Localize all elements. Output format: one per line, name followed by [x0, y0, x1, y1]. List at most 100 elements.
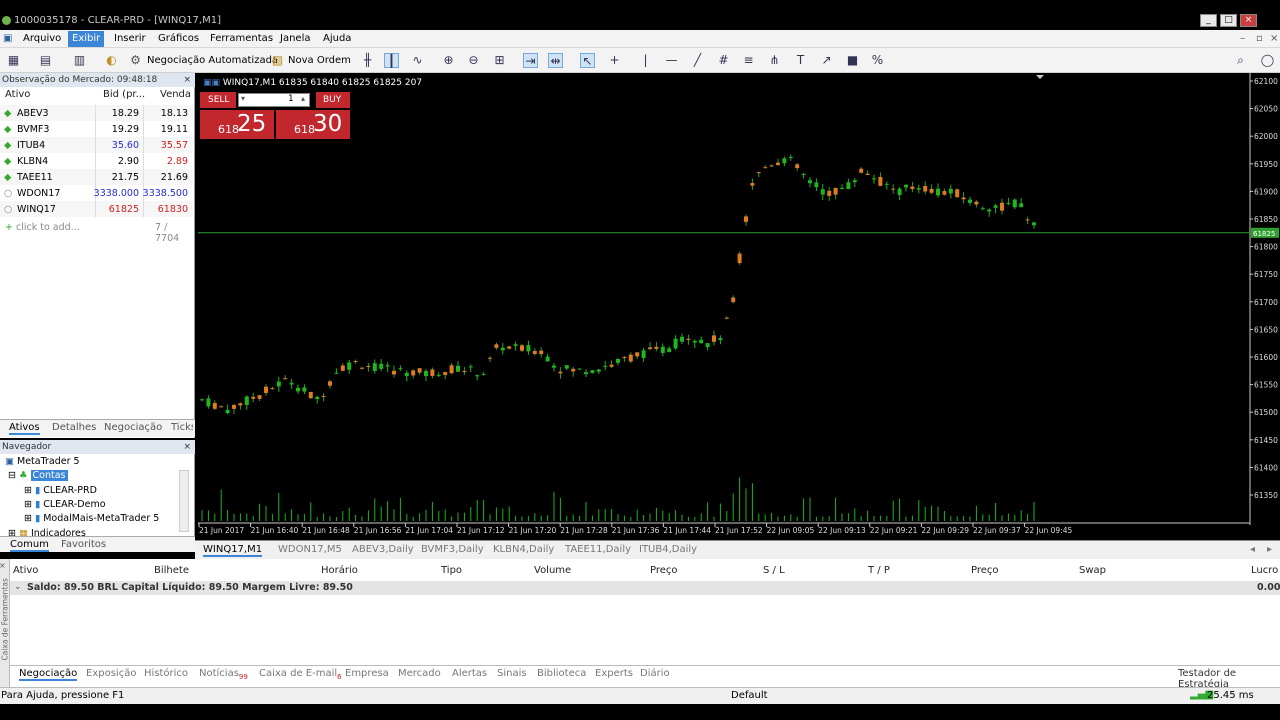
menu-arquivo[interactable]: Arquivo	[23, 33, 61, 44]
col-bid[interactable]: Bid (pr...	[103, 89, 145, 103]
line-chart-icon[interactable]: ∿	[410, 53, 425, 68]
add-symbol-link[interactable]: + click to add...	[5, 222, 80, 233]
toolbox-column-header[interactable]: Bilhete	[154, 565, 189, 576]
menu-ajuda[interactable]: Ajuda	[323, 33, 351, 44]
toolbox-column-header[interactable]: Ativo	[13, 565, 38, 576]
bar-chart-icon[interactable]: ╫	[360, 53, 375, 68]
toolbox-tab[interactable]: Caixa de E-mail6	[259, 668, 342, 681]
toolbox-column-header[interactable]: Lucro	[1251, 565, 1278, 576]
menu-ferramentas[interactable]: Ferramentas	[210, 33, 273, 44]
toolbox-column-header[interactable]: Preço	[971, 565, 999, 576]
toolbox-column-header[interactable]: Volume	[534, 565, 571, 576]
nav-root[interactable]: ▣ MetaTrader 5	[5, 456, 80, 467]
nav-indicators[interactable]: ⊞ ▦ Indicadores	[8, 528, 86, 536]
auto-scroll-icon[interactable]: ⇥	[523, 53, 538, 68]
chart-tab[interactable]: BVMF3,Daily	[421, 544, 484, 555]
buy-button[interactable]: BUY	[316, 92, 350, 108]
chart-tab[interactable]: TAEE11,Daily	[565, 544, 631, 555]
toolbox-close-icon[interactable]: ×	[0, 561, 6, 570]
tab-comum[interactable]: Comum	[10, 539, 49, 552]
toolbox-tab[interactable]: Biblioteca	[537, 668, 586, 679]
chart-tab[interactable]: KLBN4,Daily	[493, 544, 554, 555]
tile-windows-icon[interactable]: ⊞	[492, 53, 507, 68]
market-row[interactable]: ◆ BVMF3 19.29 19.11	[0, 121, 193, 137]
col-venda[interactable]: Venda	[160, 89, 191, 103]
toolbox-column-header[interactable]: Preço	[650, 565, 678, 576]
mdi-close-icon[interactable]: ×	[1270, 33, 1278, 44]
minimize-button[interactable]: _	[1200, 14, 1217, 27]
navigator-scrollbar[interactable]	[179, 470, 189, 532]
mdi-restore-icon[interactable]: ▫	[1256, 33, 1263, 44]
toolbox-tab[interactable]: Negociação	[19, 668, 78, 681]
chart-tab[interactable]: ABEV3,Daily	[352, 544, 414, 555]
tab-ticks[interactable]: Ticks	[171, 422, 193, 433]
market-watch-close-icon[interactable]: ×	[183, 73, 191, 87]
mdi-minimize-icon[interactable]: –	[1240, 33, 1245, 44]
maximize-button[interactable]: □	[1220, 14, 1237, 27]
vertical-line-icon[interactable]: |	[638, 53, 653, 68]
menu-graficos[interactable]: Gráficos	[158, 33, 199, 44]
fibonacci-icon[interactable]: ≡	[741, 53, 756, 68]
toolbox-column-header[interactable]: S / L	[763, 565, 785, 576]
toolbox-column-header[interactable]: Tipo	[441, 565, 462, 576]
nav-account-clear-prd[interactable]: ⊞ ▮ CLEAR-PRD	[24, 485, 97, 496]
volume-down-icon[interactable]: ▾	[241, 94, 245, 103]
close-button[interactable]: ×	[1240, 14, 1257, 27]
toolbox-tab[interactable]: Empresa	[345, 668, 389, 679]
market-row[interactable]: ◆ ABEV3 18.29 18.13	[0, 105, 193, 121]
status-profile[interactable]: Default	[731, 690, 768, 701]
market-row[interactable]: ◆ ITUB4 35.60 35.57	[0, 137, 193, 153]
trend-line-icon[interactable]: ╱	[690, 53, 705, 68]
toolbox-column-header[interactable]: T / P	[868, 565, 890, 576]
toolbox-tab[interactable]: Mercado	[398, 668, 441, 679]
sell-button[interactable]: SELL	[200, 92, 236, 108]
nav-accounts[interactable]: ⊟ ♣ Contas	[8, 470, 68, 481]
candle-chart-icon[interactable]: ┃	[384, 53, 399, 68]
mdi-icon[interactable]: ▣	[3, 33, 12, 44]
market-row[interactable]: ○ WDON17 3338.000 3338.500	[0, 185, 193, 201]
volume-input[interactable]: ▾ 1 ▴	[238, 93, 310, 107]
chat-icon[interactable]: ◯	[1260, 53, 1275, 68]
menu-exibir[interactable]: Exibir	[68, 31, 105, 47]
balance-collapse-icon[interactable]: ⌄	[14, 582, 22, 592]
new-order-icon[interactable]: ▧	[270, 53, 285, 68]
rectangle-icon[interactable]: ■	[845, 53, 860, 68]
menu-inserir[interactable]: Inserir	[114, 33, 146, 44]
toolbox-tab[interactable]: Diário	[640, 668, 670, 679]
tab-detalhes[interactable]: Detalhes	[52, 422, 96, 433]
market-row[interactable]: ○ WINQ17 61825 61830	[0, 201, 193, 217]
horizontal-line-icon[interactable]: —	[664, 53, 679, 68]
menu-janela[interactable]: Janela	[280, 33, 310, 44]
fibo-fan-icon[interactable]: ⋔	[767, 53, 782, 68]
auto-trading-button[interactable]: Negociação Automatizada	[147, 52, 278, 69]
auto-trading-icon[interactable]: ◐	[104, 53, 119, 68]
equidistant-channel-icon[interactable]: #	[716, 53, 731, 68]
robot-icon[interactable]: ⚙	[128, 53, 143, 68]
new-chart-icon[interactable]: ▦	[6, 53, 21, 68]
cursor-icon[interactable]: ↖	[580, 53, 595, 68]
nav-account-modalmais[interactable]: ⊞ ▮ ModalMais-MetaTrader 5	[24, 513, 159, 524]
toolbox-column-header[interactable]: Horário	[321, 565, 358, 576]
profiles-icon[interactable]: ▤	[38, 53, 53, 68]
toolbox-tab[interactable]: Histórico	[144, 668, 188, 679]
tab-favoritos[interactable]: Favoritos	[61, 539, 106, 550]
candlestick-chart[interactable]: 62100 62050 62000 61950 61900 61850 61800 61750…	[198, 73, 1280, 538]
toolbox-tab[interactable]: Sinais	[497, 668, 527, 679]
market-row[interactable]: ◆ KLBN4 2.90 2.89	[0, 153, 193, 169]
chart-area[interactable]: 62100 62050 62000 61950 61900 61850 61800 61750…	[198, 73, 1280, 538]
new-order-button[interactable]: Nova Ordem	[288, 52, 351, 69]
save-icon[interactable]: ▥	[72, 53, 87, 68]
buy-price[interactable]: 618 30	[276, 110, 350, 139]
chart-shift-icon[interactable]: ⇹	[548, 53, 563, 68]
col-ativo[interactable]: Ativo	[5, 89, 30, 103]
chart-tab[interactable]: WINQ17,M1	[203, 544, 263, 557]
volume-up-icon[interactable]: ▴	[301, 94, 305, 103]
zoom-in-icon[interactable]: ⊕	[441, 53, 456, 68]
tab-ativos[interactable]: Ativos	[9, 422, 40, 435]
toolbox-tab[interactable]: Exposição	[86, 668, 136, 679]
toolbox-tab[interactable]: Experts	[595, 668, 633, 679]
toolbox-tab[interactable]: Notícias99	[199, 668, 248, 681]
chart-tab[interactable]: WDON17,M5	[278, 544, 342, 555]
tab-negociacao[interactable]: Negociação	[104, 422, 162, 433]
zoom-out-icon[interactable]: ⊖	[466, 53, 481, 68]
